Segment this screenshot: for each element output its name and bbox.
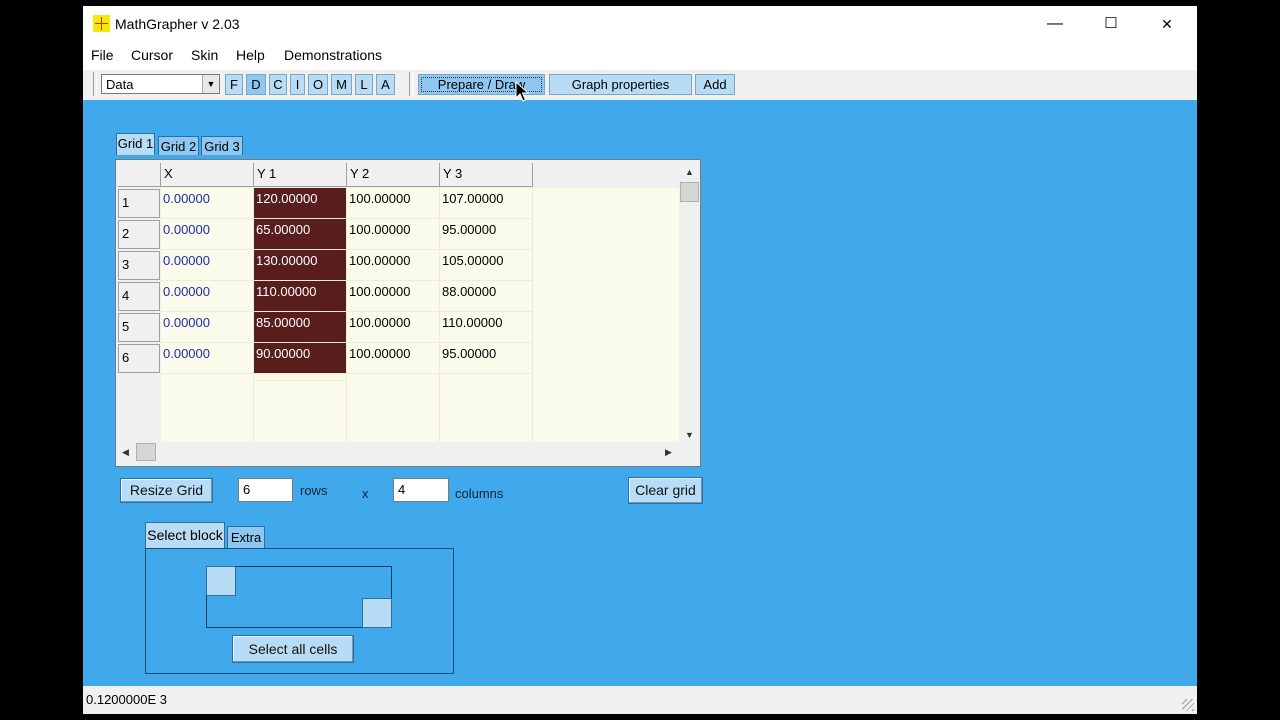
mode-button-a[interactable]: A — [376, 74, 395, 95]
rows-label: rows — [300, 483, 328, 498]
resize-grip-icon[interactable] — [1182, 699, 1194, 711]
row-header-4[interactable]: 4 — [118, 282, 160, 311]
grid-cell-x[interactable]: 0.00000 — [161, 281, 254, 312]
row-header-1[interactable]: 1 — [118, 189, 160, 218]
minimize-button[interactable]: — — [1027, 6, 1083, 42]
column-header-x[interactable]: X — [161, 163, 254, 187]
grid-cell-y2[interactable]: 100.00000 — [347, 343, 440, 374]
horizontal-scrollbar[interactable]: ◀ ▶ — [116, 442, 679, 462]
horizontal-scroll-thumb[interactable] — [136, 443, 156, 461]
grid-corner — [118, 163, 161, 187]
column-header-y2[interactable]: Y 2 — [347, 163, 440, 187]
grid-cell-y1[interactable]: 85.00000 — [254, 312, 347, 343]
row-header-2[interactable]: 2 — [118, 220, 160, 249]
grid-cell-y3[interactable]: 107.00000 — [440, 188, 533, 219]
mode-button-d[interactable]: D — [246, 74, 266, 95]
tab-grid-3[interactable]: Grid 3 — [201, 136, 243, 155]
mode-button-f[interactable]: F — [225, 74, 243, 95]
grid-cell-y1[interactable]: 120.00000 — [254, 188, 347, 219]
status-bar: 0.1200000E 3 — [83, 686, 1197, 714]
mode-select-value: Data — [106, 77, 134, 92]
row-header-6[interactable]: 6 — [118, 344, 160, 373]
select-all-cells-button[interactable]: Select all cells — [232, 635, 354, 663]
add-button[interactable]: Add — [695, 74, 735, 95]
menu-skin[interactable]: Skin — [191, 47, 218, 63]
grid-cell-y3[interactable]: 88.00000 — [440, 281, 533, 312]
graph-properties-button[interactable]: Graph properties — [549, 74, 692, 95]
mode-select[interactable]: Data ▼ — [101, 74, 220, 94]
grid-cell-y1[interactable]: 110.00000 — [254, 281, 347, 312]
row-header-5[interactable]: 5 — [118, 313, 160, 342]
grid-cell-x[interactable]: 0.00000 — [161, 188, 254, 219]
clear-grid-button[interactable]: Clear grid — [628, 477, 703, 504]
row-header-3[interactable]: 3 — [118, 251, 160, 280]
menu-cursor[interactable]: Cursor — [131, 47, 173, 63]
close-button[interactable]: ✕ — [1139, 6, 1195, 42]
grid-cell-y1[interactable]: 90.00000 — [254, 343, 347, 374]
toolbar-separator — [93, 72, 97, 96]
selection-end-handle[interactable] — [362, 598, 392, 628]
menu-demonstrations[interactable]: Demonstrations — [284, 47, 382, 63]
grid-empty-area — [254, 374, 347, 381]
title-bar: MathGrapher v 2.03 — ☐ ✕ — [83, 6, 1197, 42]
scroll-up-icon[interactable]: ▲ — [685, 167, 694, 177]
column-divider — [532, 374, 533, 442]
menu-file[interactable]: File — [91, 47, 114, 63]
grid-cell-x[interactable]: 0.00000 — [161, 312, 254, 343]
app-window: MathGrapher v 2.03 — ☐ ✕ File Cursor Ski… — [83, 6, 1197, 714]
menu-help[interactable]: Help — [236, 47, 265, 63]
data-grid[interactable]: X Y 1 Y 2 Y 3 1 0.00000 120.00000 100.00000… — [115, 159, 701, 467]
tab-grid-1[interactable]: Grid 1 — [116, 133, 155, 155]
mode-button-o[interactable]: O — [308, 74, 328, 95]
columns-input[interactable]: 4 — [393, 478, 449, 502]
grid-cell-y2[interactable]: 100.00000 — [347, 312, 440, 343]
rows-input[interactable]: 6 — [238, 478, 293, 502]
grid-cell-y3[interactable]: 95.00000 — [440, 343, 533, 374]
grid-cell-y2[interactable]: 100.00000 — [347, 188, 440, 219]
grid-cell-y3[interactable]: 95.00000 — [440, 219, 533, 250]
vertical-scroll-thumb[interactable] — [680, 182, 699, 202]
grid-cell-y1[interactable]: 130.00000 — [254, 250, 347, 281]
grid-cell-y2[interactable]: 100.00000 — [347, 219, 440, 250]
column-header-y1[interactable]: Y 1 — [254, 163, 347, 187]
grid-cell-x[interactable]: 0.00000 — [161, 343, 254, 374]
status-text: 0.1200000E 3 — [86, 692, 167, 707]
mode-button-m[interactable]: M — [331, 74, 352, 95]
scroll-right-icon[interactable]: ▶ — [665, 447, 672, 458]
column-divider — [439, 374, 440, 442]
scroll-down-icon[interactable]: ▼ — [685, 430, 694, 440]
grid-cell-x[interactable]: 0.00000 — [161, 250, 254, 281]
app-icon — [93, 15, 110, 32]
tab-extra[interactable]: Extra — [227, 526, 265, 548]
columns-label: columns — [455, 486, 504, 501]
tab-grid-2[interactable]: Grid 2 — [158, 136, 199, 155]
grid-cell-y1[interactable]: 65.00000 — [254, 219, 347, 250]
grid-cell-y3[interactable]: 105.00000 — [440, 250, 533, 281]
grid-cell-y2[interactable]: 100.00000 — [347, 281, 440, 312]
toolbar-separator — [409, 72, 413, 96]
chevron-down-icon[interactable]: ▼ — [202, 75, 219, 93]
mode-button-c[interactable]: C — [269, 74, 287, 95]
scroll-left-icon[interactable]: ◀ — [122, 447, 129, 458]
vertical-scrollbar[interactable]: ▲ ▼ — [679, 160, 700, 442]
x-label: x — [362, 486, 369, 501]
mode-button-l[interactable]: L — [355, 74, 373, 95]
mouse-cursor-icon — [515, 80, 530, 102]
grid-cell-y3[interactable]: 110.00000 — [440, 312, 533, 343]
maximize-button[interactable]: ☐ — [1083, 6, 1139, 42]
grid-cell-y2[interactable]: 100.00000 — [347, 250, 440, 281]
grid-cell-x[interactable]: 0.00000 — [161, 219, 254, 250]
selection-start-handle[interactable] — [206, 566, 236, 596]
resize-grid-button[interactable]: Resize Grid — [120, 478, 213, 503]
column-header-y3[interactable]: Y 3 — [440, 163, 533, 187]
column-divider — [253, 374, 254, 442]
window-title: MathGrapher v 2.03 — [115, 16, 240, 32]
column-divider — [346, 374, 347, 442]
mode-button-i[interactable]: I — [290, 74, 305, 95]
tab-select-block[interactable]: Select block — [145, 522, 225, 548]
